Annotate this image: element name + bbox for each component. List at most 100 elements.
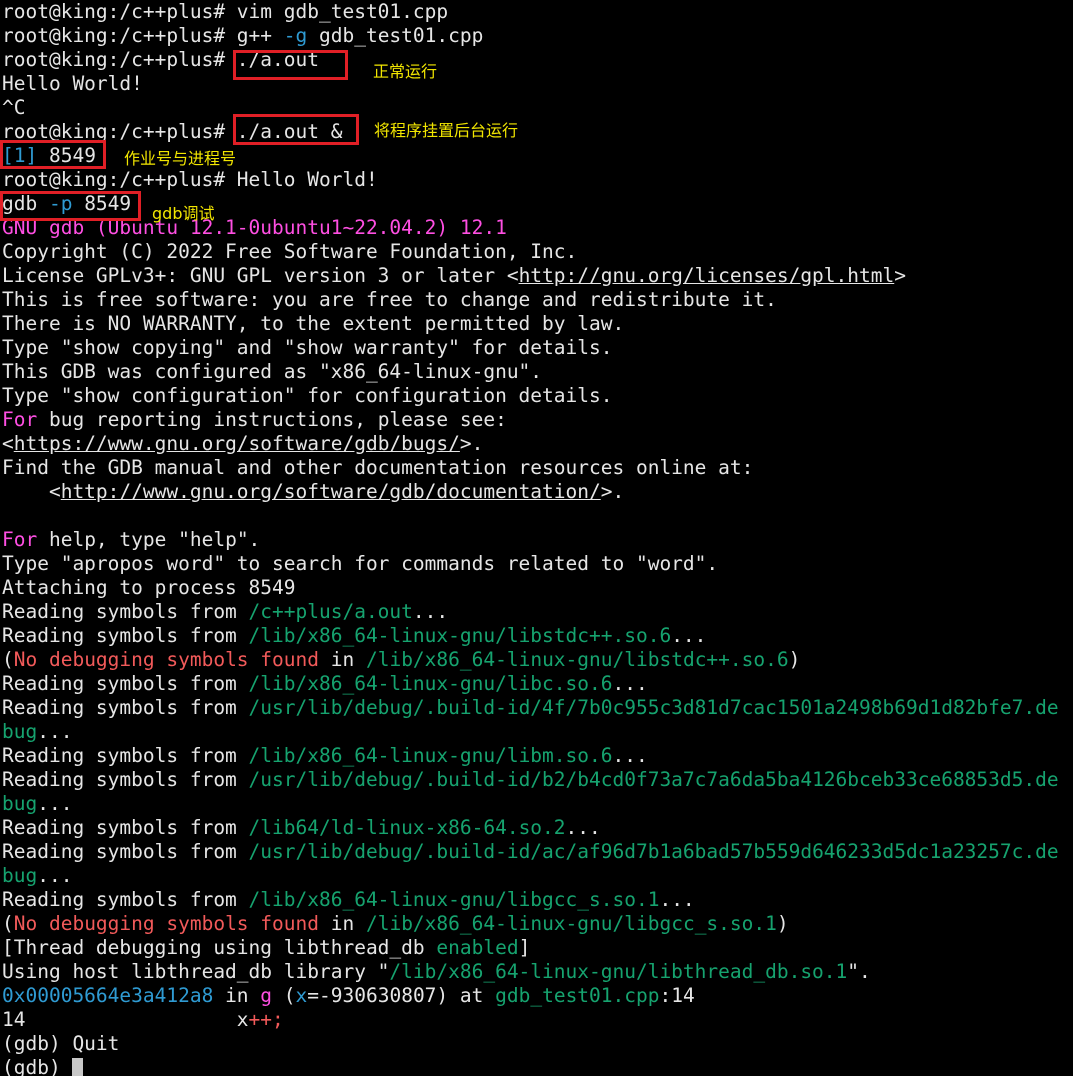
terminal-line: Reading symbols from /usr/lib/debug/.bui… xyxy=(2,696,1059,720)
terminal-text: root@king:/c++plus# vim gdb_test01.cpp xyxy=(2,0,449,23)
terminal-text: ... xyxy=(37,864,73,887)
terminal-line: gdb -p 8549 xyxy=(2,192,131,216)
terminal-text: ... xyxy=(612,672,648,695)
terminal-line: This GDB was configured as "x86_64-linux… xyxy=(2,360,542,384)
terminal-text: 8549 xyxy=(72,192,132,215)
terminal-line: [Thread debugging using libthread_db ena… xyxy=(2,936,530,960)
terminal-line: <http://www.gnu.org/software/gdb/documen… xyxy=(2,480,624,504)
terminal-line: There is NO WARRANTY, to the extent perm… xyxy=(2,312,624,336)
terminal-text: For xyxy=(2,408,38,431)
terminal-text: -p xyxy=(48,192,73,215)
terminal-text: :14 xyxy=(659,984,695,1007)
terminal-text: Type "apropos word" to search for comman… xyxy=(2,552,719,575)
terminal-text: ... xyxy=(659,888,695,911)
terminal-link[interactable]: https://www.gnu.org/software/gdb/bugs/ xyxy=(14,432,460,455)
terminal-line: root@king:/c++plus# ./a.out xyxy=(2,48,319,72)
terminal-text: Type "show configuration" for configurat… xyxy=(2,384,613,407)
terminal-line: 0x00005664e3a412a8 in g (x=-930630807) a… xyxy=(2,984,695,1008)
terminal-line: (gdb) xyxy=(2,1056,84,1076)
terminal-line: Hello World! xyxy=(2,72,143,96)
terminal-text: ^C xyxy=(2,96,26,119)
terminal-text: x xyxy=(295,984,308,1007)
terminal-text: >. xyxy=(600,480,625,503)
terminal-line: ^C xyxy=(2,96,25,120)
terminal-text: /lib/x86_64-linux-gnu/libgcc_s.so.1 xyxy=(365,912,777,935)
terminal-text: Reading symbols from xyxy=(2,744,249,767)
terminal-text: /lib/x86_64-linux-gnu/libthread_db.so.1 xyxy=(389,960,848,983)
terminal-text: Reading symbols from xyxy=(2,696,249,719)
terminal-text: ( xyxy=(2,648,14,671)
terminal-text: in xyxy=(319,912,366,935)
terminal-text: root@king:/c++plus# g++ xyxy=(2,24,284,47)
terminal-text: For xyxy=(2,528,38,551)
terminal-line: For bug reporting instructions, please s… xyxy=(2,408,507,432)
terminal-text: Type "show copying" and "show warranty" … xyxy=(2,336,613,359)
terminal-text: Reading symbols from xyxy=(2,840,249,863)
terminal-line: Reading symbols from /lib64/ld-linux-x86… xyxy=(2,816,601,840)
terminal-text: Reading symbols from xyxy=(2,816,249,839)
terminal-text: /lib/x86_64-linux-gnu/libstdc++.so.6 xyxy=(248,624,672,647)
terminal-text: /lib64/ld-linux-x86-64.so.2 xyxy=(248,816,566,839)
terminal-text: bug xyxy=(2,720,38,743)
terminal-text: root@king:/c++plus# ./a.out & xyxy=(2,120,343,143)
terminal-text: ... xyxy=(565,816,601,839)
terminal-text: /lib/x86_64-linux-gnu/libc.so.6 xyxy=(248,672,613,695)
terminal-text: License GPLv3+: GNU GPL version 3 or lat… xyxy=(2,264,519,287)
terminal-line: Reading symbols from /lib/x86_64-linux-g… xyxy=(2,672,648,696)
terminal-text: help, type "help". xyxy=(37,528,261,551)
terminal-text: Reading symbols from xyxy=(2,600,249,623)
terminal-text: This GDB was configured as "x86_64-linux… xyxy=(2,360,543,383)
terminal-text: /lib/x86_64-linux-gnu/libstdc++.so.6 xyxy=(365,648,789,671)
terminal-text: /lib/x86_64-linux-gnu/libgcc_s.so.1 xyxy=(248,888,660,911)
terminal-line: Attaching to process 8549 xyxy=(2,576,296,600)
terminal-text: in xyxy=(319,648,366,671)
terminal-text: enabled xyxy=(436,936,519,959)
terminal-line: Using host libthread_db library "/lib/x8… xyxy=(2,960,871,984)
terminal-text: Hello World! xyxy=(2,72,143,95)
terminal-line: Type "show copying" and "show warranty" … xyxy=(2,336,612,360)
terminal-line: root@king:/c++plus# vim gdb_test01.cpp xyxy=(2,0,448,24)
terminal-text: > xyxy=(894,264,906,287)
terminal-text: (gdb) Quit xyxy=(2,1032,120,1055)
terminal-line: GNU gdb (Ubuntu 12.1-0ubuntu1~22.04.2) 1… xyxy=(2,216,507,240)
terminal-line: Reading symbols from /usr/lib/debug/.bui… xyxy=(2,768,1059,792)
terminal-text: root@king:/c++plus# ./a.out xyxy=(2,48,319,71)
terminal-text: Reading symbols from xyxy=(2,672,249,695)
terminal-line: (No debugging symbols found in /lib/x86_… xyxy=(2,648,800,672)
terminal-text: There is NO WARRANTY, to the extent perm… xyxy=(2,312,625,335)
terminal-line: (gdb) Quit xyxy=(2,1032,119,1056)
terminal-line: [1] 8549 xyxy=(2,144,96,168)
terminal-line: root@king:/c++plus# ./a.out & xyxy=(2,120,342,144)
terminal-line: bug... xyxy=(2,720,72,744)
terminal-text: /usr/lib/debug/.build-id/4f/7b0c955c3d81… xyxy=(248,696,1059,719)
terminal-text: bug xyxy=(2,792,38,815)
terminal-text: gdb xyxy=(2,192,49,215)
terminal-text: Find the GDB manual and other documentat… xyxy=(2,456,754,479)
terminal-text: ++; xyxy=(248,1008,284,1031)
terminal-link[interactable]: http://www.gnu.org/software/gdb/document… xyxy=(61,480,601,503)
terminal-line: root@king:/c++plus# Hello World! xyxy=(2,168,378,192)
annotation-run: 正常运行 xyxy=(373,62,438,81)
terminal-line: root@king:/c++plus# g++ -g gdb_test01.cp… xyxy=(2,24,483,48)
terminal-text: ( xyxy=(272,984,296,1007)
terminal-text: < xyxy=(2,480,61,503)
terminal-text: /lib/x86_64-linux-gnu/libm.so.6 xyxy=(248,744,613,767)
cursor-block xyxy=(72,1058,84,1076)
terminal-link[interactable]: http://gnu.org/licenses/gpl.html xyxy=(519,264,895,287)
terminal-line: Copyright (C) 2022 Free Software Foundat… xyxy=(2,240,577,264)
terminal-line: Reading symbols from /lib/x86_64-linux-g… xyxy=(2,624,706,648)
terminal-text: ... xyxy=(37,792,73,815)
annotation-job-pid: 作业号与进程号 xyxy=(124,149,237,168)
terminal-text: /usr/lib/debug/.build-id/b2/b4cd0f73a7c7… xyxy=(248,768,1059,791)
terminal-text: Reading symbols from xyxy=(2,768,249,791)
terminal-text: ". xyxy=(847,960,871,983)
terminal-text: Reading symbols from xyxy=(2,624,249,647)
annotation-gdb: gdb调试 xyxy=(152,204,215,223)
terminal-text: No debugging symbols found xyxy=(13,648,319,671)
terminal-text: Attaching to process 8549 xyxy=(2,576,296,599)
terminal-line: Reading symbols from /usr/lib/debug/.bui… xyxy=(2,840,1059,864)
terminal-line: <https://www.gnu.org/software/gdb/bugs/>… xyxy=(2,432,483,456)
terminal-text: (gdb) xyxy=(2,1056,73,1076)
terminal-text: Using host libthread_db library " xyxy=(2,960,390,983)
terminal-text: -g xyxy=(283,24,308,47)
